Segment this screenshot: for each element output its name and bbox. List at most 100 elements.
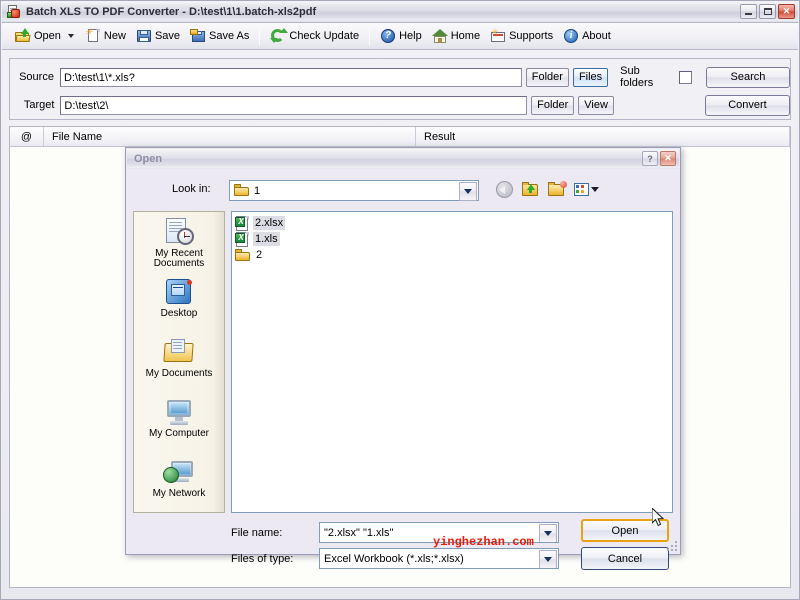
file-name-label: 2: [254, 248, 264, 262]
toolbar-check-update-button[interactable]: Check Update: [265, 25, 364, 47]
place-my-recent-documents[interactable]: My Recent Documents: [134, 212, 224, 272]
info-circle-icon: i: [563, 28, 579, 44]
look-in-row: Look in: 1: [127, 179, 679, 203]
folder-icon: [234, 184, 250, 197]
files-of-type-field-label: Files of type:: [231, 553, 319, 565]
toolbar-save-as-button[interactable]: Save As: [185, 25, 254, 47]
resize-grip[interactable]: [665, 539, 677, 551]
search-button[interactable]: Search: [706, 67, 790, 88]
dialog-buttons: Open Cancel: [581, 519, 671, 575]
new-folder-icon[interactable]: [547, 181, 567, 199]
dialog-help-button[interactable]: ?: [642, 151, 658, 166]
file-name-input-value: "2.xlsx" "1.xls": [324, 527, 393, 539]
cancel-button[interactable]: Cancel: [581, 547, 669, 570]
excel-file-icon: [235, 232, 250, 247]
toolbar-check-update-label: Check Update: [289, 30, 359, 42]
source-label: Source: [10, 71, 60, 83]
results-list-header: @ File Name Result: [10, 127, 790, 147]
place-label-my-computer: My Computer: [149, 429, 209, 439]
minimize-button[interactable]: [740, 4, 757, 19]
target-view-button[interactable]: View: [578, 96, 614, 115]
files-of-type-select[interactable]: Excel Workbook (*.xls;*.xlsx): [319, 548, 559, 569]
dialog-body: Look in: 1 My Recent Docum: [127, 169, 679, 553]
toolbar-open-button[interactable]: Open: [10, 25, 66, 47]
file-list-item[interactable]: 1.xls: [235, 231, 672, 247]
toolbar-help-button[interactable]: ? Help: [375, 25, 427, 47]
files-of-type-row: Files of type: Excel Workbook (*.xls;*.x…: [231, 548, 559, 569]
place-desktop[interactable]: Desktop: [134, 272, 224, 332]
sub-folders-checkbox[interactable]: [679, 71, 692, 84]
toolbar-supports-button[interactable]: ✳ Supports: [485, 25, 558, 47]
place-label-my-documents: My Documents: [146, 369, 213, 379]
folder-icon: [235, 248, 251, 262]
place-my-documents[interactable]: My Documents: [134, 332, 224, 392]
toolbar-open-label: Open: [34, 30, 61, 42]
toolbar-about-button[interactable]: i About: [558, 25, 616, 47]
toolbar-new-button[interactable]: ✳ New: [80, 25, 131, 47]
file-list-item[interactable]: 2.xlsx: [235, 215, 672, 231]
my-network-icon: [163, 456, 195, 488]
toolbar-separator-2: [369, 27, 370, 45]
column-header-at[interactable]: @: [10, 127, 44, 146]
views-menu-icon[interactable]: [573, 181, 593, 199]
main-toolbar: Open ✳ New Save Save As Check Update ? H…: [2, 23, 798, 50]
source-row: Source D:\test\1\*.xls? Folder Files Sub…: [10, 65, 790, 89]
up-one-level-icon[interactable]: [521, 181, 541, 199]
toolbar-about-label: About: [582, 30, 611, 42]
target-input[interactable]: D:\test\2\: [60, 96, 527, 115]
look-in-value: 1: [254, 185, 260, 197]
source-folder-button[interactable]: Folder: [526, 68, 569, 87]
target-label: Target: [10, 99, 60, 111]
look-in-label: Look in:: [172, 183, 211, 195]
window-title: Batch XLS TO PDF Converter - D:\test\1\1…: [26, 6, 316, 18]
question-circle-icon: ?: [380, 28, 396, 44]
file-list[interactable]: 2.xlsx 1.xls 2: [231, 211, 673, 513]
place-my-network[interactable]: My Network: [134, 452, 224, 512]
toolbar-supports-label: Supports: [509, 30, 553, 42]
source-input[interactable]: D:\test\1\*.xls?: [60, 68, 522, 87]
places-bar: My Recent Documents Desktop My Documents…: [133, 211, 225, 513]
place-label-recent-line2: Documents: [154, 259, 205, 269]
main-window: Batch XLS TO PDF Converter - D:\test\1\1…: [0, 0, 800, 600]
files-of-type-value: Excel Workbook (*.xls;*.xlsx): [324, 553, 464, 565]
toolbar-save-as-label: Save As: [209, 30, 249, 42]
dialog-title-bar: Open ? ✕: [127, 149, 679, 169]
place-label-desktop: Desktop: [161, 309, 198, 319]
toolbar-separator: [259, 27, 260, 45]
place-my-computer[interactable]: My Computer: [134, 392, 224, 452]
file-name-field-label: File name:: [231, 527, 319, 539]
window-controls: ✕: [740, 4, 795, 19]
source-files-button[interactable]: Files: [573, 68, 608, 87]
path-panel: Source D:\test\1\*.xls? Folder Files Sub…: [9, 58, 791, 120]
new-page-icon: ✳: [85, 28, 101, 44]
open-folder-icon: [15, 28, 31, 44]
dialog-close-button[interactable]: ✕: [660, 151, 676, 166]
toolbar-help-label: Help: [399, 30, 422, 42]
target-folder-button[interactable]: Folder: [531, 96, 574, 115]
back-arrow-icon[interactable]: [495, 181, 515, 199]
open-button[interactable]: Open: [581, 519, 669, 542]
chevron-down-icon[interactable]: [539, 524, 557, 543]
toolbar-save-button[interactable]: Save: [131, 25, 185, 47]
column-header-file-name[interactable]: File Name: [44, 127, 416, 146]
close-button[interactable]: ✕: [778, 4, 795, 19]
desktop-icon: [163, 276, 195, 308]
convert-button[interactable]: Convert: [705, 95, 790, 116]
look-in-combo[interactable]: 1: [229, 180, 479, 201]
file-list-item[interactable]: 2: [235, 247, 672, 263]
target-row: Target D:\test\2\ Folder View Convert: [10, 93, 790, 117]
maximize-button[interactable]: [759, 4, 776, 19]
recent-documents-icon: [163, 216, 195, 248]
toolbar-home-label: Home: [451, 30, 480, 42]
site-watermark: yinghezhan.com: [433, 535, 534, 549]
dialog-window-controls: ? ✕: [642, 151, 676, 166]
floppy-save-as-icon: [190, 28, 206, 44]
toolbar-home-button[interactable]: Home: [427, 25, 485, 47]
column-header-result[interactable]: Result: [416, 127, 790, 146]
dialog-title: Open: [134, 153, 162, 165]
chevron-down-icon[interactable]: [539, 550, 557, 569]
chevron-down-icon[interactable]: [68, 34, 74, 38]
sub-folders-label: Sub folders: [620, 65, 673, 89]
chevron-down-icon[interactable]: [459, 182, 477, 201]
file-name-label: 2.xlsx: [253, 216, 285, 230]
